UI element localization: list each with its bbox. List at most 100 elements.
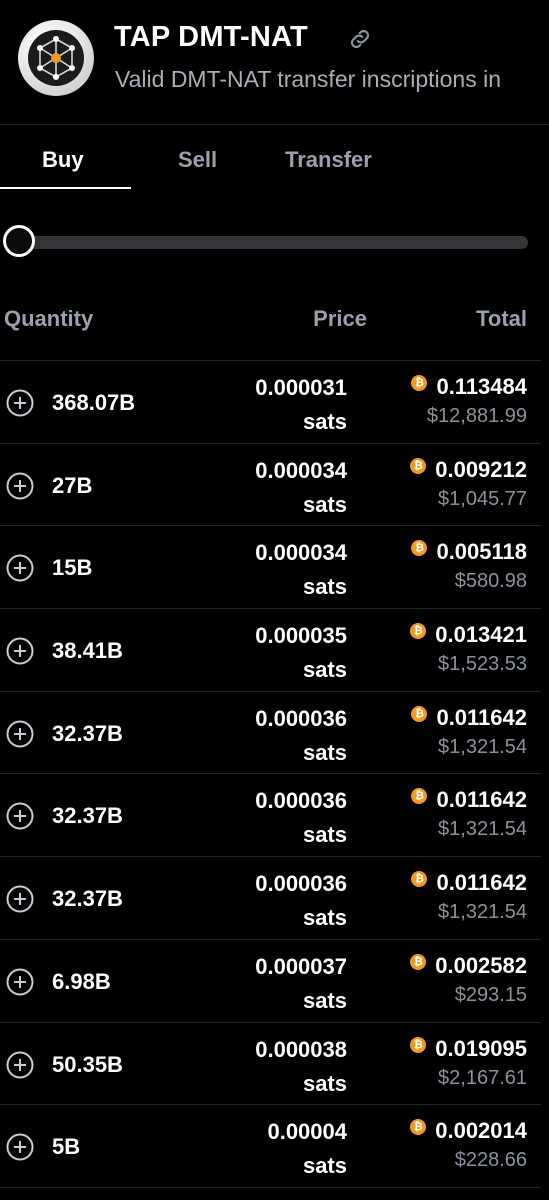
price-value: 0.000034 sats [255, 536, 347, 604]
total-value: 0.002582 $293.15 [410, 951, 527, 1009]
usd-total: $228.66 [454, 1149, 527, 1172]
price-unit: sats [302, 905, 347, 931]
quantity-slider-thumb[interactable] [3, 225, 35, 257]
price-value: 0.000034 sats [255, 454, 347, 522]
usd-total: $580.98 [454, 570, 527, 593]
quantity-value: 368.07B [52, 390, 136, 415]
price-value: 0.000037 sats [255, 950, 347, 1018]
btc-total: 0.011642 [411, 703, 527, 733]
quantity-value: 27B [52, 472, 93, 498]
btc-amount: 0.113484 [436, 374, 527, 399]
token-header: TAP DMT-NAT Valid DMT-NAT transfer inscr… [0, 0, 549, 124]
add-circle-icon[interactable] [6, 720, 34, 748]
bitcoin-icon [411, 705, 428, 722]
usd-total: $12,881.99 [426, 405, 527, 427]
quantity-value: 32.37B [52, 720, 123, 746]
price-value: 0.000036 sats [255, 784, 347, 852]
total-value: 0.113484 $12,881.99 [411, 372, 527, 430]
column-header-quantity[interactable]: Quantity [4, 306, 93, 332]
usd-total: $1,321.54 [438, 901, 527, 924]
bitcoin-icon [410, 953, 427, 970]
bitcoin-icon [410, 1119, 427, 1136]
add-circle-icon[interactable] [6, 885, 34, 913]
btc-total: 0.002014 [410, 1116, 527, 1146]
btc-amount: 0.013421 [435, 622, 527, 648]
tab-sell[interactable]: Sell [178, 147, 217, 173]
btc-total: 0.113484 [411, 372, 527, 402]
usd-total: $293.15 [454, 983, 527, 1006]
price-value: 0.000031 sats [255, 371, 347, 439]
token-logo [18, 20, 94, 96]
price-value: 0.000036 sats [255, 867, 347, 935]
column-header-price[interactable]: Price [313, 306, 367, 332]
table-row: 15B 0.000034 sats 0.005118 $580.98 [0, 526, 541, 610]
btc-amount: 0.011642 [436, 787, 527, 813]
btc-total: 0.019095 [410, 1034, 527, 1064]
add-circle-icon[interactable] [6, 1051, 34, 1079]
bitcoin-icon [411, 871, 428, 888]
price-number: 0.000036 [255, 788, 347, 814]
table-row: 38.41B 0.000035 sats 0.013421 $1,523.53 [0, 609, 541, 692]
price-number: 0.000034 [255, 540, 347, 566]
btc-total: 0.002582 [410, 951, 527, 981]
add-circle-icon[interactable] [6, 389, 34, 417]
add-circle-icon[interactable] [6, 637, 34, 665]
table-row: 50.35B 0.000038 sats 0.019095 $2,167.61 [0, 1023, 541, 1106]
price-unit: sats [302, 574, 347, 600]
add-circle-icon[interactable] [6, 554, 34, 582]
price-value: 0.000035 sats [255, 619, 347, 687]
price-number: 0.000035 [255, 623, 347, 649]
table-row: 368.07B 0.000031 sats 0.113484 $12,881.99 [0, 361, 541, 444]
active-tab-indicator [0, 187, 131, 189]
price-number: 0.000031 [255, 375, 347, 400]
table-row: 27B 0.000034 sats 0.009212 $1,045.77 [0, 444, 541, 527]
btc-amount: 0.002014 [435, 1118, 527, 1144]
column-header-total[interactable]: Total [476, 306, 527, 332]
usd-total: $1,523.53 [438, 653, 527, 676]
total-value: 0.005118 $580.98 [411, 537, 527, 595]
price-unit: sats [302, 739, 347, 765]
quantity-value: 5B [52, 1134, 81, 1160]
price-unit: sats [302, 409, 347, 434]
btc-total: 0.005118 [411, 537, 527, 567]
add-circle-icon[interactable] [6, 968, 34, 996]
total-value: 0.011642 $1,321.54 [411, 868, 527, 926]
bitcoin-icon [411, 540, 428, 557]
quantity-value: 50.35B [52, 1051, 123, 1077]
quantity-slider-track[interactable] [8, 236, 528, 249]
link-icon[interactable] [347, 26, 373, 52]
price-unit: sats [302, 987, 347, 1013]
price-unit: sats [302, 657, 347, 683]
nat-node-logo-icon [28, 30, 84, 86]
price-unit: sats [302, 491, 347, 517]
price-number: 0.000037 [255, 953, 347, 979]
token-page: TAP DMT-NAT Valid DMT-NAT transfer inscr… [0, 0, 549, 1200]
bitcoin-icon [410, 1036, 427, 1053]
usd-total: $1,321.54 [438, 735, 527, 758]
add-circle-icon[interactable] [6, 1133, 34, 1161]
price-number: 0.000036 [255, 705, 347, 731]
table-row: 32.37B 0.000036 sats 0.011642 $1,321.54 [0, 774, 541, 858]
price-unit: sats [302, 1070, 347, 1096]
usd-total: $2,167.61 [438, 1066, 527, 1089]
table-row: 32.37B 0.000036 sats 0.011642 $1,321.54 [0, 857, 541, 940]
tab-transfer[interactable]: Transfer [285, 147, 372, 173]
total-value: 0.009212 $1,045.77 [410, 455, 527, 513]
token-title: TAP DMT-NAT [114, 21, 308, 53]
price-unit: sats [302, 822, 347, 848]
price-number: 0.000038 [255, 1036, 347, 1062]
price-number: 0.000036 [255, 871, 347, 897]
bitcoin-icon [410, 457, 427, 474]
table-row: 6.98B 0.000037 sats 0.002582 $293.15 [0, 940, 541, 1023]
btc-total: 0.011642 [411, 785, 527, 815]
tab-buy[interactable]: Buy [42, 147, 84, 173]
btc-amount: 0.009212 [435, 456, 527, 482]
bitcoin-icon [411, 788, 428, 805]
add-circle-icon[interactable] [6, 802, 34, 830]
add-circle-icon[interactable] [6, 472, 34, 500]
total-value: 0.019095 $2,167.61 [410, 1034, 527, 1092]
table-row: 32.37B 0.000036 sats 0.011642 $1,321.54 [0, 692, 541, 775]
btc-amount: 0.005118 [436, 539, 527, 565]
quantity-value: 32.37B [52, 886, 123, 912]
total-value: 0.013421 $1,523.53 [410, 620, 527, 678]
